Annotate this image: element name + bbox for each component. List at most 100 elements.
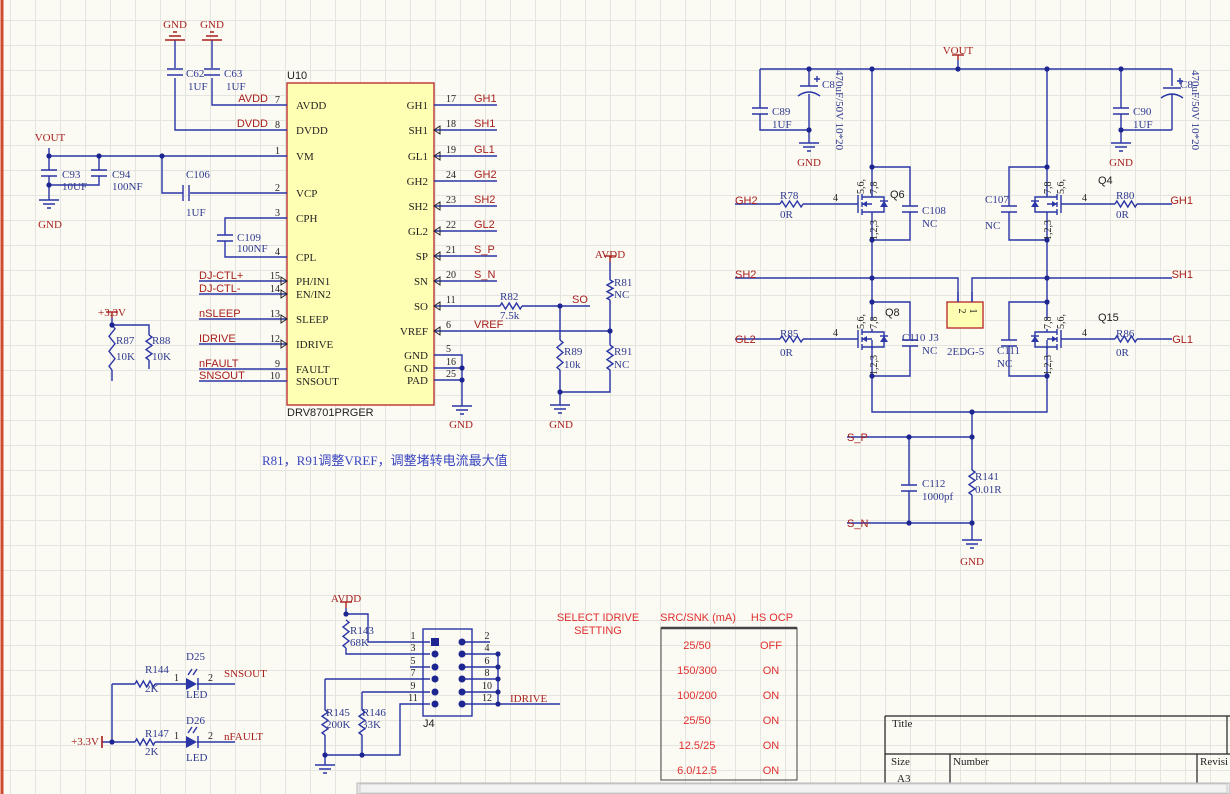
c89-designator[interactable]: C89 [772, 106, 791, 118]
c111-designator[interactable]: C111 [997, 345, 1020, 357]
net-label[interactable]: AVDD [238, 93, 268, 105]
net-label-gnd[interactable]: GND [797, 157, 821, 169]
q8-designator[interactable]: Q8 [885, 307, 900, 319]
r82-value: 7.5k [500, 310, 520, 322]
c107-designator[interactable]: C107 [985, 194, 1009, 206]
net-label-avdd[interactable]: AVDD [595, 249, 625, 261]
wire [559, 262, 611, 405]
net-label-sn[interactable]: S_N [847, 518, 868, 530]
c63-designator[interactable]: C63 [224, 68, 243, 80]
r88-designator[interactable]: R88 [152, 335, 171, 347]
net-label[interactable]: IDRIVE [199, 333, 236, 345]
net-label[interactable]: DJ-CTL- [199, 283, 241, 295]
net-label-sp[interactable]: S_P [847, 432, 868, 444]
net-label-33v[interactable]: +3.3V [98, 307, 126, 319]
j4-pin-dot [431, 675, 439, 683]
c93-designator[interactable]: C93 [62, 169, 81, 181]
q4-designator[interactable]: Q4 [1098, 175, 1113, 187]
net-label[interactable]: GL1 [474, 144, 495, 156]
r145-designator[interactable]: R145 [326, 707, 350, 719]
net-label-gnd[interactable]: GND [449, 419, 473, 431]
net-label-gnd[interactable]: GND [200, 19, 224, 31]
r82-designator[interactable]: R82 [500, 291, 518, 303]
net-label[interactable]: SH1 [474, 118, 495, 130]
r147-designator[interactable]: R147 [145, 728, 169, 740]
r146-designator[interactable]: R146 [362, 707, 386, 719]
d26-designator[interactable]: D26 [186, 715, 205, 727]
net-label-snsout[interactable]: SNSOUT [224, 668, 267, 680]
c62-designator[interactable]: C62 [186, 68, 204, 80]
r143-designator[interactable]: R143 [350, 625, 374, 637]
net-label-sh1[interactable]: SH1 [1172, 269, 1193, 281]
net-label-gnd[interactable]: GND [38, 219, 62, 231]
scrollbar-thumb[interactable] [359, 783, 1228, 794]
j3-designator[interactable]: J3 [929, 332, 939, 344]
c89-capacitor-icon [752, 107, 768, 115]
revision-field-label: Revisi [1200, 756, 1228, 768]
net-label-gnd[interactable]: GND [960, 556, 984, 568]
net-label[interactable]: GH1 [474, 93, 497, 105]
c106-designator[interactable]: C106 [186, 169, 210, 181]
q15-designator[interactable]: Q15 [1098, 312, 1119, 324]
j3-connector-body[interactable] [946, 301, 984, 329]
net-label[interactable]: GL2 [474, 219, 495, 231]
r144-designator[interactable]: R144 [145, 664, 169, 676]
net-label-avdd[interactable]: AVDD [331, 593, 361, 605]
c94-designator[interactable]: C94 [112, 169, 131, 181]
r86-designator[interactable]: R86 [1116, 328, 1135, 340]
u10-pin-number: 14 [270, 284, 280, 295]
junction-dot [869, 164, 875, 170]
net-label[interactable]: nFAULT [199, 358, 239, 370]
net-label[interactable]: S_P [474, 244, 495, 256]
j4-designator[interactable]: J4 [423, 718, 435, 730]
r78-designator[interactable]: R78 [780, 190, 799, 202]
net-label-gh2[interactable]: GH2 [735, 195, 758, 207]
r85-designator[interactable]: R85 [780, 328, 799, 340]
net-label-so[interactable]: SO [572, 294, 588, 306]
d25-designator[interactable]: D25 [186, 651, 205, 663]
c110-designator[interactable]: C110 [902, 332, 926, 344]
r89-designator[interactable]: R89 [564, 346, 583, 358]
j4-pin-dot [431, 688, 439, 696]
net-label[interactable]: DVDD [237, 118, 268, 130]
net-label[interactable]: GH2 [474, 169, 497, 181]
j4-pin-number: 3 [411, 643, 416, 654]
wire [760, 60, 1172, 70]
c108-designator[interactable]: C108 [922, 205, 946, 217]
net-label-33v[interactable]: +3.3V [71, 736, 99, 748]
r91-designator[interactable]: R91 [614, 346, 632, 358]
net-label-vout[interactable]: VOUT [35, 132, 66, 144]
net-label[interactable]: S_N [474, 269, 495, 281]
net-label-gl1[interactable]: GL1 [1172, 334, 1193, 346]
net-label-gh1[interactable]: GH1 [1170, 195, 1193, 207]
c8-value: 470uF/50V 10*20 [833, 70, 845, 151]
q6-designator[interactable]: Q6 [890, 189, 905, 201]
junction-dot [495, 651, 501, 657]
r141-designator[interactable]: R141 [975, 471, 999, 483]
j4-pin-number: 1 [411, 631, 416, 642]
u10-pin-name: SLEEP [296, 314, 328, 326]
schematic-sheet[interactable]: U10 DRV8701PRGER AVDD 7 AVDD DVDD 8 DVDD VM 1 VCP 2… [0, 0, 1230, 794]
j4-pin-number: 10 [482, 681, 492, 692]
j4-pin-number: 9 [411, 681, 416, 692]
net-label-idrive[interactable]: IDRIVE [510, 693, 548, 705]
wire [1008, 301, 1047, 377]
net-label-gl2[interactable]: GL2 [735, 334, 756, 346]
net-label[interactable]: SNSOUT [199, 370, 245, 382]
r87-designator[interactable]: R87 [116, 335, 135, 347]
net-label[interactable]: DJ-CTL+ [199, 270, 243, 282]
net-label-vout[interactable]: VOUT [943, 45, 974, 57]
r81-designator[interactable]: R81 [614, 277, 632, 289]
schematic-canvas[interactable]: U10 DRV8701PRGER AVDD 7 AVDD DVDD 8 DVDD VM 1 VCP 2… [0, 0, 1230, 794]
net-label-nfault[interactable]: nFAULT [224, 731, 263, 743]
net-label-gnd[interactable]: GND [1109, 157, 1133, 169]
c112-designator[interactable]: C112 [922, 478, 945, 490]
net-label[interactable]: nSLEEP [199, 308, 241, 320]
net-label-gnd[interactable]: GND [163, 19, 187, 31]
c90-designator[interactable]: C90 [1133, 106, 1152, 118]
j4-pin-number: 7 [411, 668, 416, 679]
r80-designator[interactable]: R80 [1116, 190, 1135, 202]
net-label-sh2[interactable]: SH2 [735, 269, 756, 281]
net-label[interactable]: SH2 [474, 194, 495, 206]
net-label-gnd[interactable]: GND [549, 419, 573, 431]
